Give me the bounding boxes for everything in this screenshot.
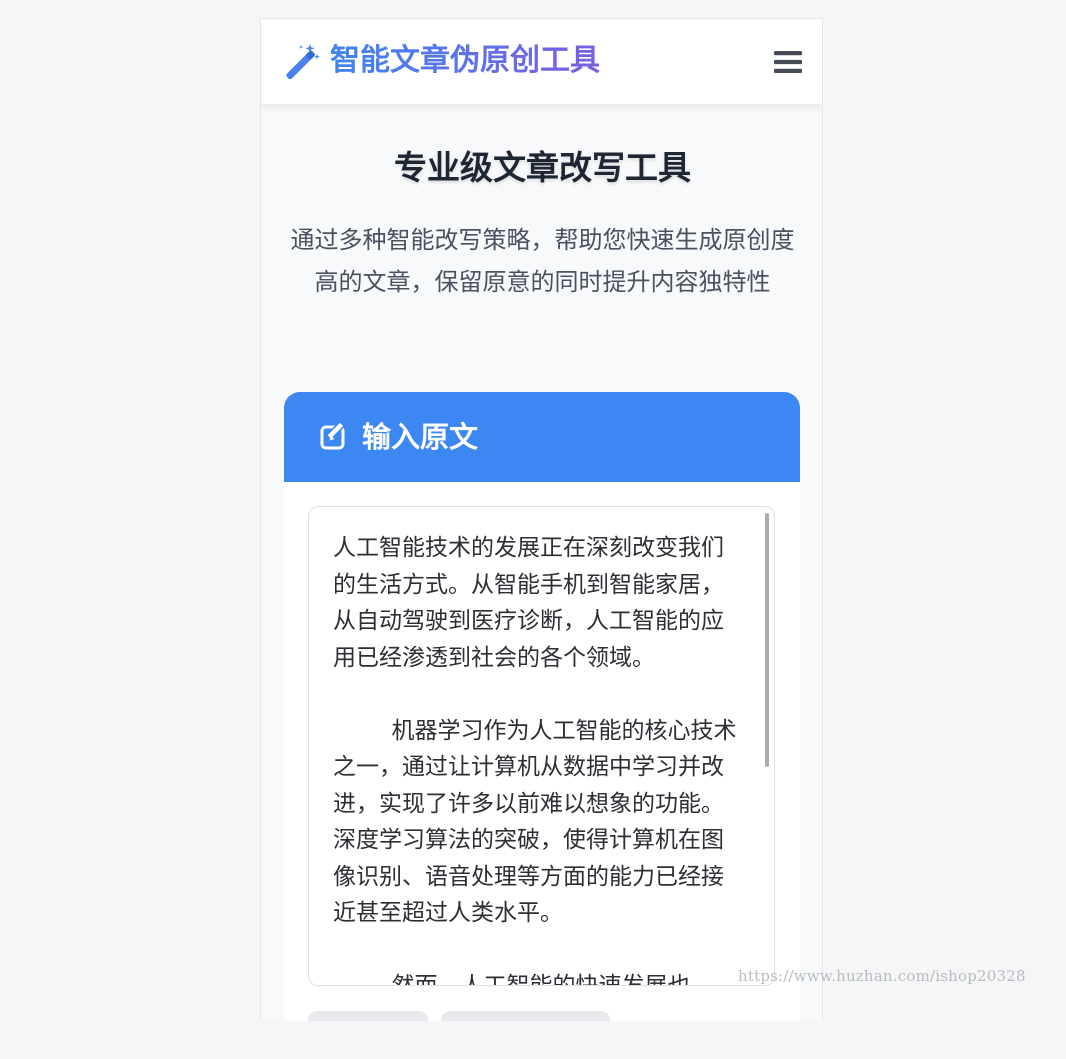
app-viewport: 智能文章伪原创工具 专业级文章改写工具 通过多种智能改写策略，帮助您快速生成原创… [260,18,823,1021]
textarea-scrollbar[interactable] [765,513,769,767]
input-card: 输入原文 人工智能技术的发展正在深刻改变我们的生活方式。从智能手机到智能家居，从… [284,392,800,1021]
source-text-input[interactable]: 人工智能技术的发展正在深刻改变我们的生活方式。从智能手机到智能家居，从自动驾驶到… [308,506,775,986]
watermark-url: https://www.huzhan.com/ishop20328 [738,967,1026,985]
input-card-header: 输入原文 [284,392,800,482]
hero-subtitle: 通过多种智能改写策略，帮助您快速生成原创度高的文章，保留原意的同时提升内容独特性 [290,226,795,296]
source-text-value[interactable]: 人工智能技术的发展正在深刻改变我们的生活方式。从智能手机到智能家居，从自动驾驶到… [333,530,743,985]
action-button-1[interactable] [308,1011,428,1021]
action-button-2[interactable] [441,1011,610,1021]
edit-icon [320,422,345,450]
input-card-title: 输入原文 [362,420,479,454]
app-title[interactable]: 智能文章伪原创工具 [330,41,600,81]
hamburger-menu-icon[interactable] [774,49,802,75]
top-navbar: 智能文章伪原创工具 [261,19,822,104]
magic-wand-icon [286,44,320,79]
hero-title: 专业级文章改写工具 [394,148,691,187]
